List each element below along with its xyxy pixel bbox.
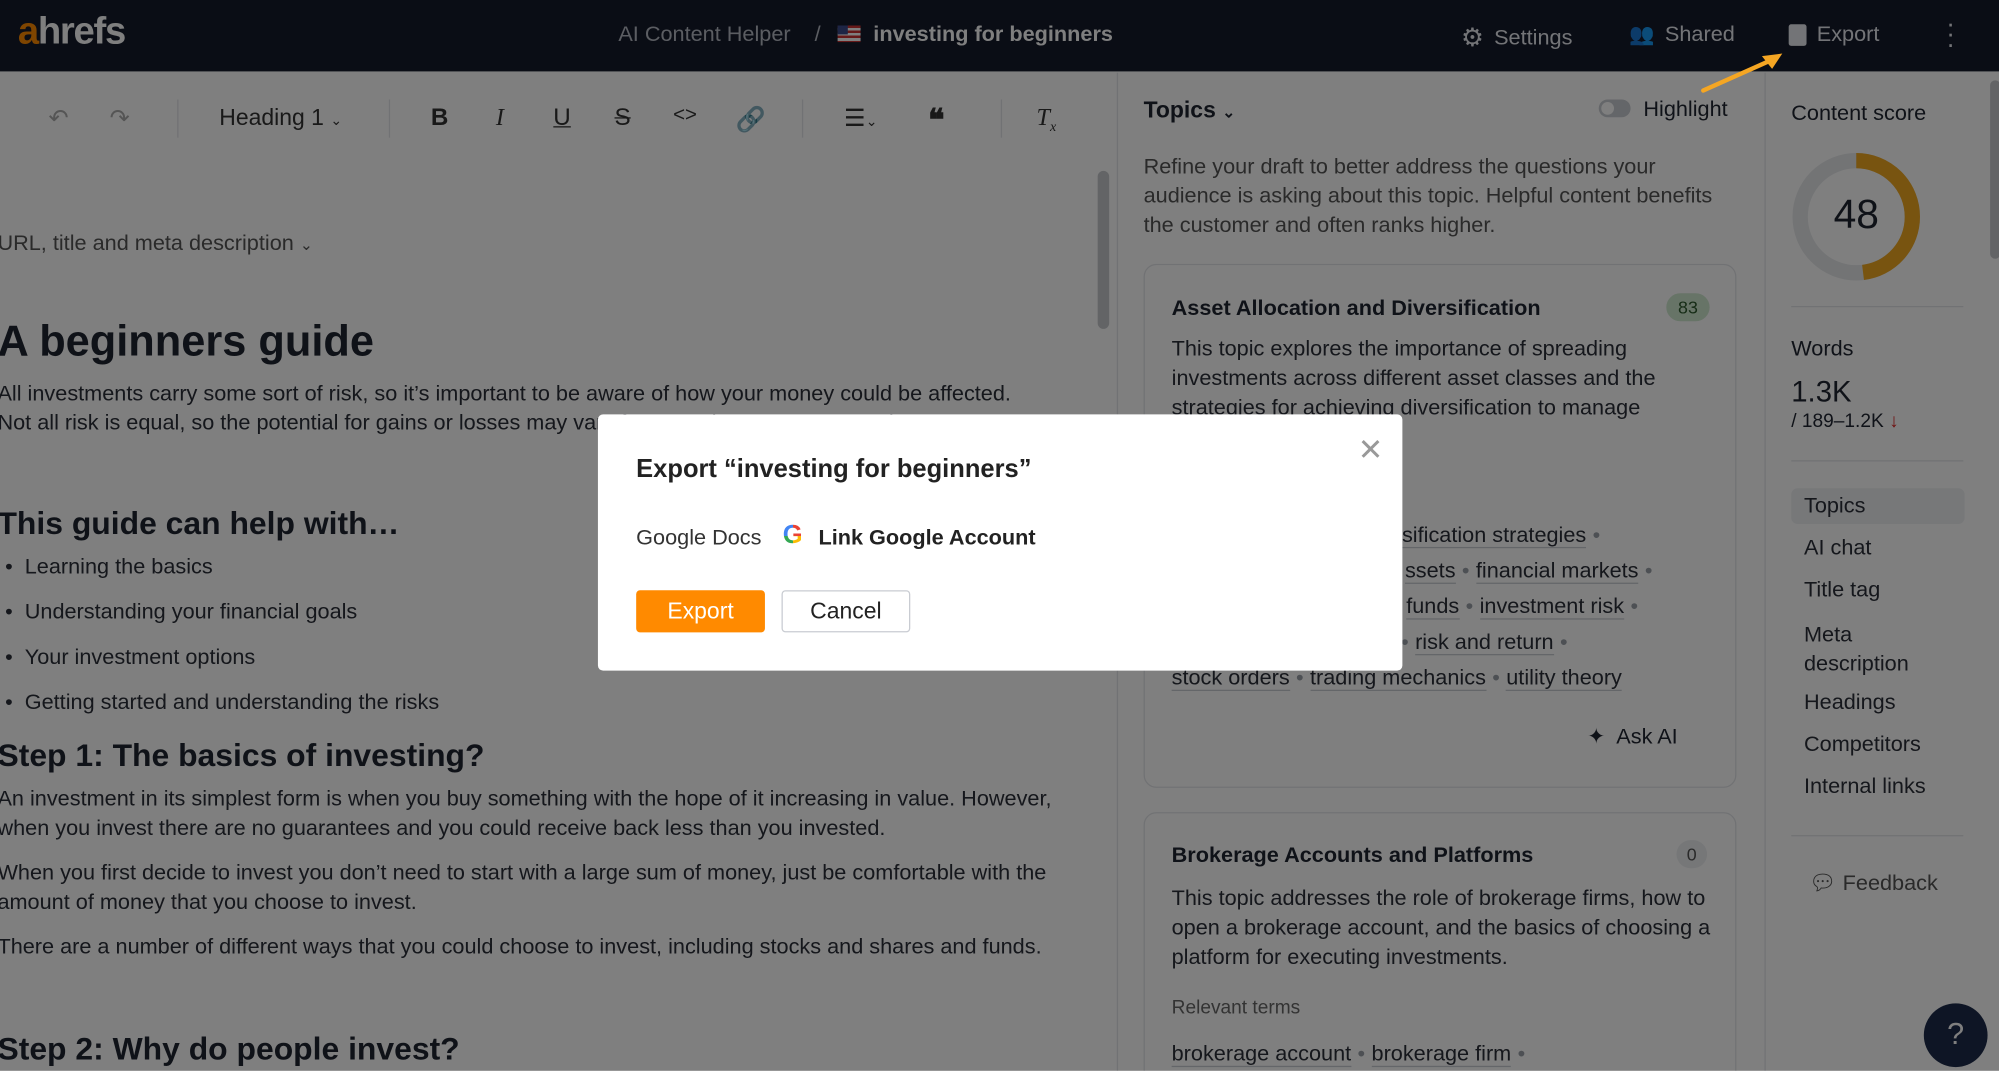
link-google-account[interactable]: Link Google Account [818,525,1035,550]
cancel-button[interactable]: Cancel [781,590,911,633]
export-dialog: Export “investing for beginners” ✕ Googl… [597,414,1403,671]
dialog-title: Export “investing for beginners” [636,455,1032,484]
destination-label: Google Docs [636,525,762,550]
annotation-arrow-icon [1701,53,1783,93]
google-icon: G [782,521,803,550]
close-icon[interactable]: ✕ [1358,432,1384,469]
export-button[interactable]: Export [636,590,765,633]
